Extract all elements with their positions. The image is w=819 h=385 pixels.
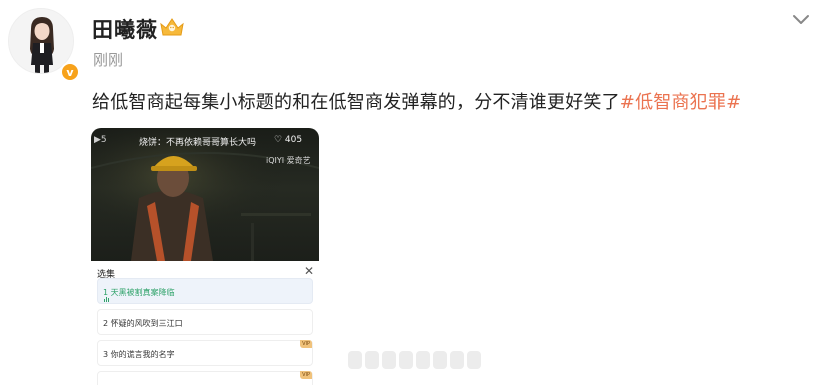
watermark-block [348,351,362,369]
episode-label: 3 你的谎言我的名字 [103,350,175,359]
post-image[interactable]: ▶5 烧饼：不再依赖哥哥算长大吗 ♡ 405 iQIYI 爱奇艺 选集 ✕ 1 … [91,128,319,385]
author-name[interactable]: 田曦薇 [92,14,158,44]
post-timestamp: 刚刚 [93,51,124,69]
member-crown-icon [158,15,186,39]
verified-badge-icon: v [60,62,80,82]
episode-label: 2 怀疑的风吹到三江口 [103,319,183,328]
close-icon[interactable]: ✕ [304,264,314,278]
author-avatar-container[interactable]: v [8,8,80,82]
playing-icon [104,297,109,302]
blurred-watermark [348,351,481,369]
episode-item-2[interactable]: 2 怀疑的风吹到三江口 [97,309,313,335]
episode-item-3[interactable]: 3 你的谎言我的名字 VIP [97,340,313,366]
watermark-block [433,351,447,369]
post-text: 给低智商起每集小标题的和在低智商发弹幕的，分不清谁更好笑了#低智商犯罪# [92,88,741,114]
vip-badge: VIP [300,371,312,379]
episode-panel: 选集 ✕ 1 天黑被割真案降临 2 怀疑的风吹到三江口 3 你的谎言我的名字 V… [91,261,319,385]
watermark-block [365,351,379,369]
watermark-block [416,351,430,369]
vip-badge: VIP [300,340,312,348]
danmu-comment: 烧饼：不再依赖哥哥算长大吗 [139,138,257,148]
episode-label: 1 天黑被割真案降临 [103,288,175,297]
watermark-block [467,351,481,369]
video-frame[interactable]: ▶5 烧饼：不再依赖哥哥算长大吗 ♡ 405 iQIYI 爱奇艺 [91,128,319,261]
episode-item-1[interactable]: 1 天黑被割真案降临 [97,278,313,304]
post-body-text: 给低智商起每集小标题的和在低智商发弹幕的，分不清谁更好笑了 [92,92,620,113]
episode-item-4[interactable]: VIP [97,371,313,385]
chevron-down-icon[interactable] [791,12,811,26]
hashtag-link[interactable]: #低智商犯罪# [620,92,742,113]
video-episode-indicator: ▶5 [94,135,107,145]
watermark-block [450,351,464,369]
watermark-block [399,351,413,369]
watermark-block [382,351,396,369]
danmu-likes: ♡ 405 [274,135,303,145]
iqiyi-logo: iQIYI 爱奇艺 [266,156,311,165]
